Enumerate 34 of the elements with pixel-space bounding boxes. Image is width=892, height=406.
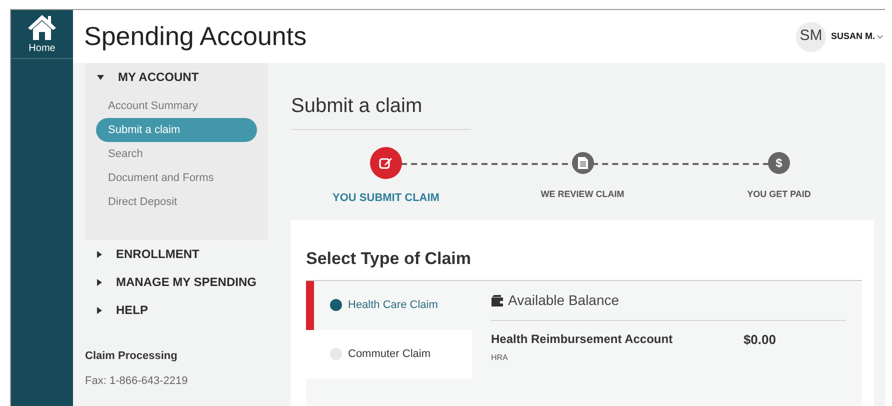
caret-down-icon — [97, 74, 104, 80]
account-name: Health Reimbursement Account — [491, 330, 673, 348]
section-toggle[interactable]: ENROLLMENT — [85, 240, 268, 268]
chevron-icon — [877, 34, 883, 38]
contact-title: Claim Processing — [85, 349, 178, 364]
edit-icon — [379, 156, 393, 170]
caret-right-icon — [97, 278, 102, 286]
balance-title: Available Balance — [508, 290, 620, 310]
wallet-icon — [491, 294, 504, 306]
page-title: Submit a claim — [291, 95, 422, 117]
fax-number: Fax: 1-866-643-2219 — [85, 374, 189, 388]
caret-right-icon — [97, 250, 102, 258]
document-icon — [578, 157, 588, 169]
caret-right-icon — [97, 306, 102, 314]
account-code: HRA — [491, 352, 509, 364]
radio-icon — [330, 299, 342, 311]
step-label: YOU GET PAID — [747, 188, 811, 201]
sidebar-item[interactable]: Direct Deposit — [96, 190, 257, 214]
home-link[interactable]: Home — [11, 10, 73, 59]
user-menu[interactable]: SUSAN M. — [830, 30, 883, 44]
sidebar-item[interactable]: Search — [96, 142, 257, 166]
app-title: Spending Accounts — [84, 20, 307, 53]
sidebar-item[interactable]: Account Summary — [96, 94, 257, 118]
step-label: WE REVIEW CLAIM — [540, 188, 624, 201]
claim-type-option[interactable]: Commuter Claim — [306, 330, 472, 378]
section-toggle[interactable]: HELP — [85, 296, 268, 324]
step-label: YOU SUBMIT CLAIM — [332, 191, 440, 206]
user-avatar[interactable]: SM — [796, 22, 826, 52]
dollar-icon: $ — [776, 157, 782, 169]
home-icon — [27, 13, 57, 41]
account-balance: $0.00 — [743, 330, 776, 348]
sidebar-item[interactable]: Document and Forms — [96, 166, 257, 190]
section-toggle[interactable]: MANAGE MY SPENDING — [85, 268, 268, 296]
section-heading: Select Type of Claim — [306, 248, 472, 270]
